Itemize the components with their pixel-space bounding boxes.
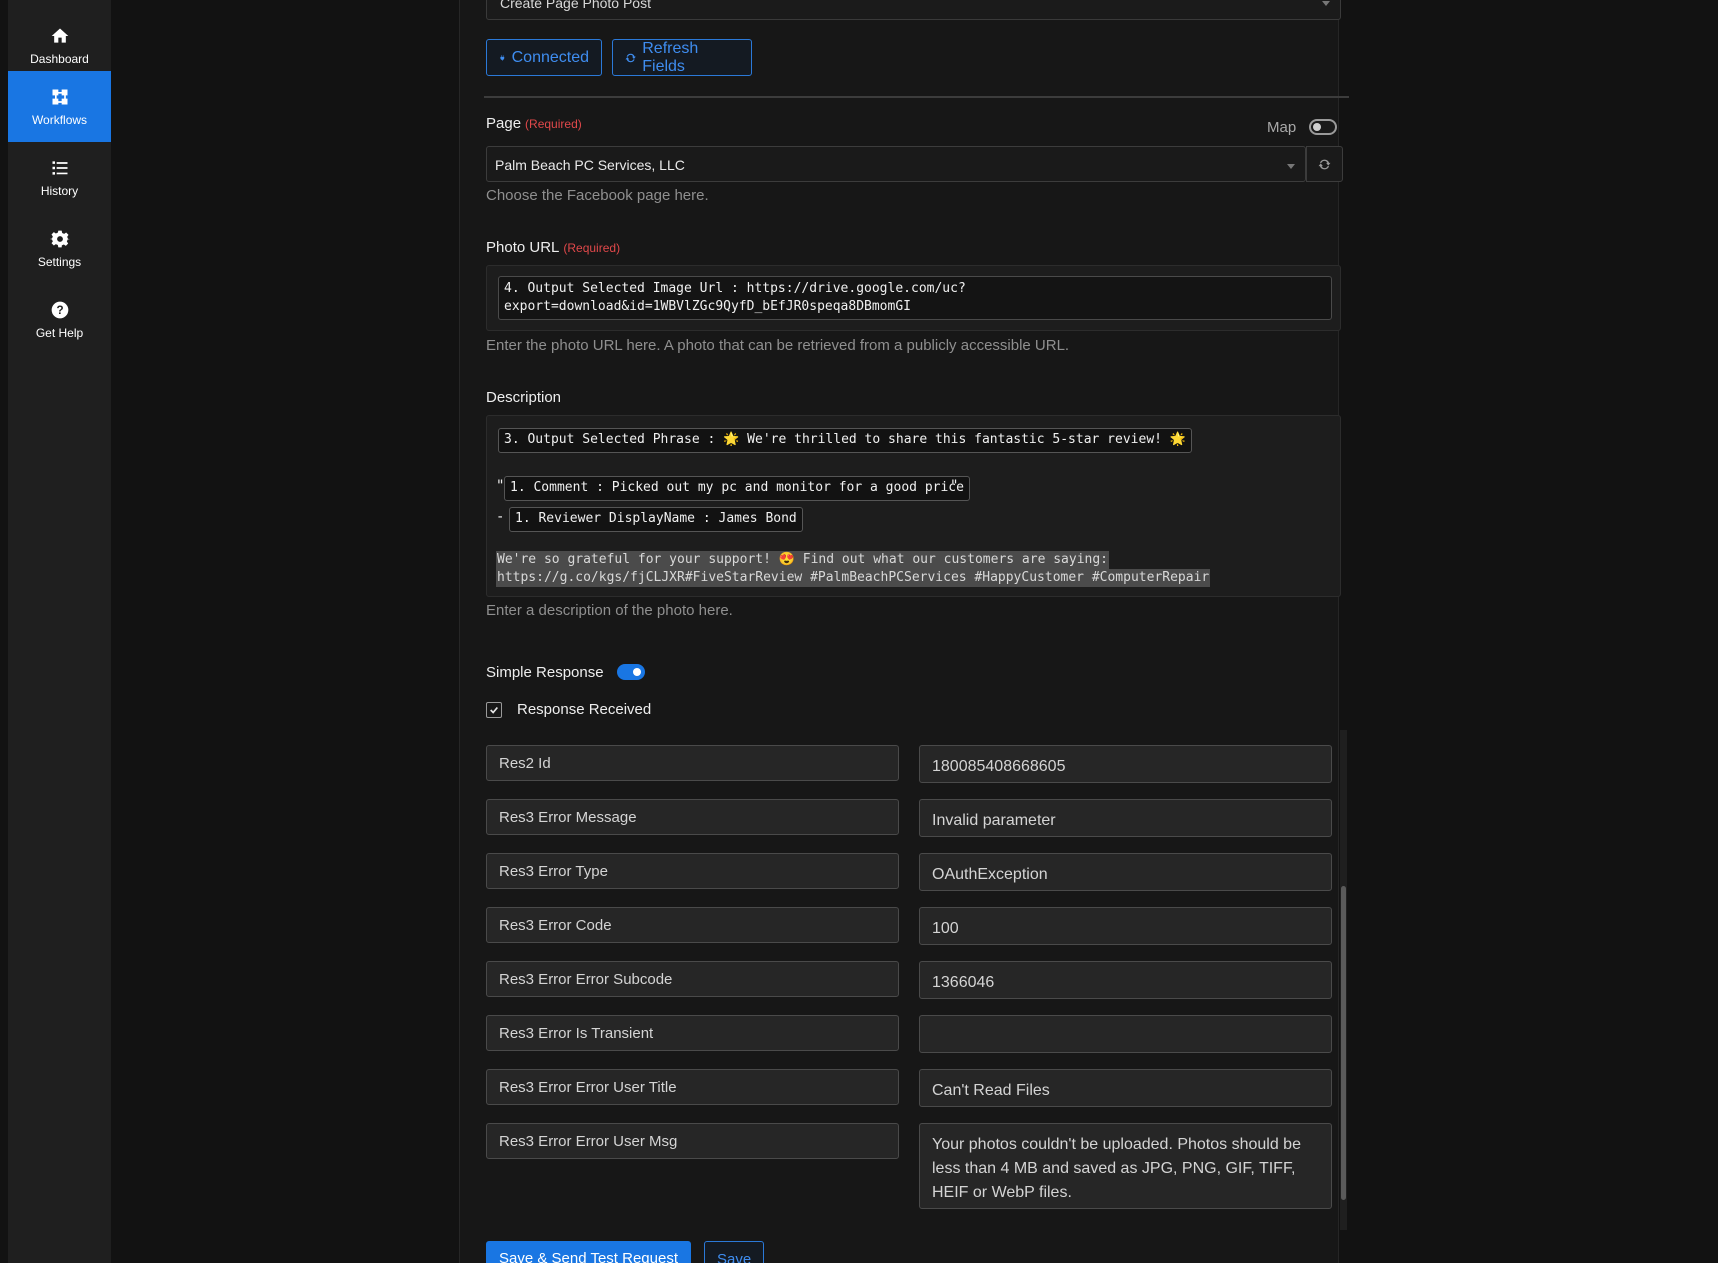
photo-url-help-text: Enter the photo URL here. A photo that c… bbox=[486, 337, 1070, 354]
page-select[interactable]: Palm Beach PC Services, LLC bbox=[486, 146, 1306, 182]
dash-text: - bbox=[496, 509, 505, 525]
response-value: 1366046 bbox=[919, 961, 1332, 999]
response-key: Res3 Error Code bbox=[486, 907, 899, 943]
toggle-knob bbox=[633, 668, 641, 676]
chevron-down-icon bbox=[1322, 1, 1330, 6]
page-refresh-button[interactable] bbox=[1306, 146, 1343, 182]
description-input[interactable]: 3. Output Selected Phrase : 🌟 We're thri… bbox=[486, 415, 1341, 597]
response-value bbox=[919, 1015, 1332, 1053]
response-value: Your photos couldn't be uploaded. Photos… bbox=[919, 1123, 1332, 1209]
photo-url-line-2: export=download&id=1WBVlZGc9QyfD_bEfJR0s… bbox=[504, 299, 911, 314]
phrase-token[interactable]: 3. Output Selected Phrase : 🌟 We're thri… bbox=[498, 428, 1192, 453]
page-label-text: Page bbox=[486, 115, 522, 132]
reviewer-token[interactable]: 1. Reviewer DisplayName : James Bond bbox=[509, 507, 803, 532]
quote-close: " bbox=[950, 478, 959, 494]
response-scrollbar[interactable] bbox=[1340, 730, 1347, 1230]
section-divider bbox=[484, 96, 1349, 98]
gear-icon bbox=[49, 230, 70, 247]
action-select[interactable]: Create Page Photo Post bbox=[486, 0, 1341, 20]
response-value: Invalid parameter bbox=[919, 799, 1332, 837]
refresh-fields-label: Refresh Fields bbox=[642, 39, 699, 75]
response-received-toggle[interactable] bbox=[486, 702, 502, 718]
response-value: Can't Read Files bbox=[919, 1069, 1332, 1107]
home-icon bbox=[51, 28, 68, 43]
sidebar-item-workflows[interactable]: Workflows bbox=[8, 71, 111, 142]
sidebar-item-label: Workflows bbox=[31, 112, 88, 127]
required-marker: (Required) bbox=[525, 117, 582, 131]
required-marker: (Required) bbox=[563, 241, 621, 255]
sidebar-item-get-help[interactable]: ? Get Help bbox=[8, 284, 111, 355]
connected-label: Connected bbox=[511, 48, 589, 66]
comment-token[interactable]: 1. Comment : Picked out my pc and monito… bbox=[504, 476, 970, 501]
response-key: Res3 Error Message bbox=[486, 799, 899, 835]
simple-response-toggle[interactable] bbox=[617, 664, 645, 680]
action-select-value: Create Page Photo Post bbox=[500, 0, 651, 11]
app-root: Dashboard Workflows History Settings ? G… bbox=[0, 0, 1718, 1263]
sidebar-item-history[interactable]: History bbox=[8, 142, 111, 213]
svg-text:?: ? bbox=[56, 304, 63, 317]
photo-url-panel: 4. Output Selected Image Url : https://d… bbox=[486, 265, 1341, 331]
toggle-knob bbox=[1313, 123, 1321, 131]
response-value: 180085408668605 bbox=[919, 745, 1332, 783]
map-label: Map bbox=[1267, 119, 1297, 136]
save-button[interactable]: Save bbox=[704, 1241, 765, 1263]
sidebar-item-label: History bbox=[40, 183, 79, 198]
plug-icon bbox=[500, 54, 505, 61]
response-key: Res3 Error Error User Msg bbox=[486, 1123, 899, 1159]
page-help-text: Choose the Facebook page here. bbox=[486, 187, 709, 204]
response-value: 100 bbox=[919, 907, 1332, 945]
workflows-icon bbox=[52, 89, 67, 104]
scrollbar-thumb[interactable] bbox=[1341, 886, 1346, 1200]
response-key: Res3 Error Type bbox=[486, 853, 899, 889]
photo-url-line-1: 4. Output Selected Image Url : https://d… bbox=[504, 281, 966, 296]
response-key: Res3 Error Error User Title bbox=[486, 1069, 899, 1105]
sidebar-item-settings[interactable]: Settings bbox=[8, 213, 111, 284]
simple-response-label: Simple Response bbox=[486, 664, 604, 681]
map-toggle[interactable] bbox=[1309, 119, 1337, 135]
connected-button[interactable]: Connected bbox=[486, 39, 602, 76]
response-key: Res3 Error Error Subcode bbox=[486, 961, 899, 997]
question-icon: ? bbox=[51, 301, 68, 318]
sidebar-item-label: Dashboard bbox=[30, 51, 89, 66]
chevron-down-icon bbox=[1287, 164, 1295, 169]
check-icon bbox=[490, 706, 498, 714]
description-text-line-1: We're so grateful for your support! 😍 Fi… bbox=[496, 551, 1110, 569]
photo-url-input[interactable]: 4. Output Selected Image Url : https://d… bbox=[498, 276, 1332, 320]
description-label: Description bbox=[486, 389, 562, 406]
sidebar-item-label: Settings bbox=[37, 254, 82, 269]
sidebar-item-label: Get Help bbox=[35, 325, 84, 340]
refresh-icon bbox=[625, 53, 636, 62]
page-field-label: Page (Required) bbox=[486, 115, 582, 132]
save-and-send-button[interactable]: Save & Send Test Request bbox=[486, 1241, 692, 1263]
list-icon bbox=[52, 160, 67, 175]
workflow-step-form: Create Page Photo Post Connected Refresh… bbox=[459, 0, 1349, 1263]
photo-url-label-text: Photo URL bbox=[486, 239, 560, 256]
response-received-label: Response Received bbox=[517, 701, 652, 718]
page-select-value: Palm Beach PC Services, LLC bbox=[495, 157, 685, 173]
response-value: OAuthException bbox=[919, 853, 1332, 891]
response-key: Res3 Error Is Transient bbox=[486, 1015, 899, 1051]
response-key: Res2 Id bbox=[486, 745, 899, 781]
photo-url-label: Photo URL (Required) bbox=[486, 239, 620, 256]
refresh-icon bbox=[1318, 159, 1331, 169]
description-help-text: Enter a description of the photo here. bbox=[486, 602, 733, 619]
description-text-line-2: https://g.co/kgs/fjCLJXR#FiveStarReview … bbox=[496, 569, 1211, 587]
sidebar: Dashboard Workflows History Settings ? G… bbox=[8, 0, 111, 1263]
refresh-fields-button[interactable]: Refresh Fields bbox=[612, 39, 752, 76]
